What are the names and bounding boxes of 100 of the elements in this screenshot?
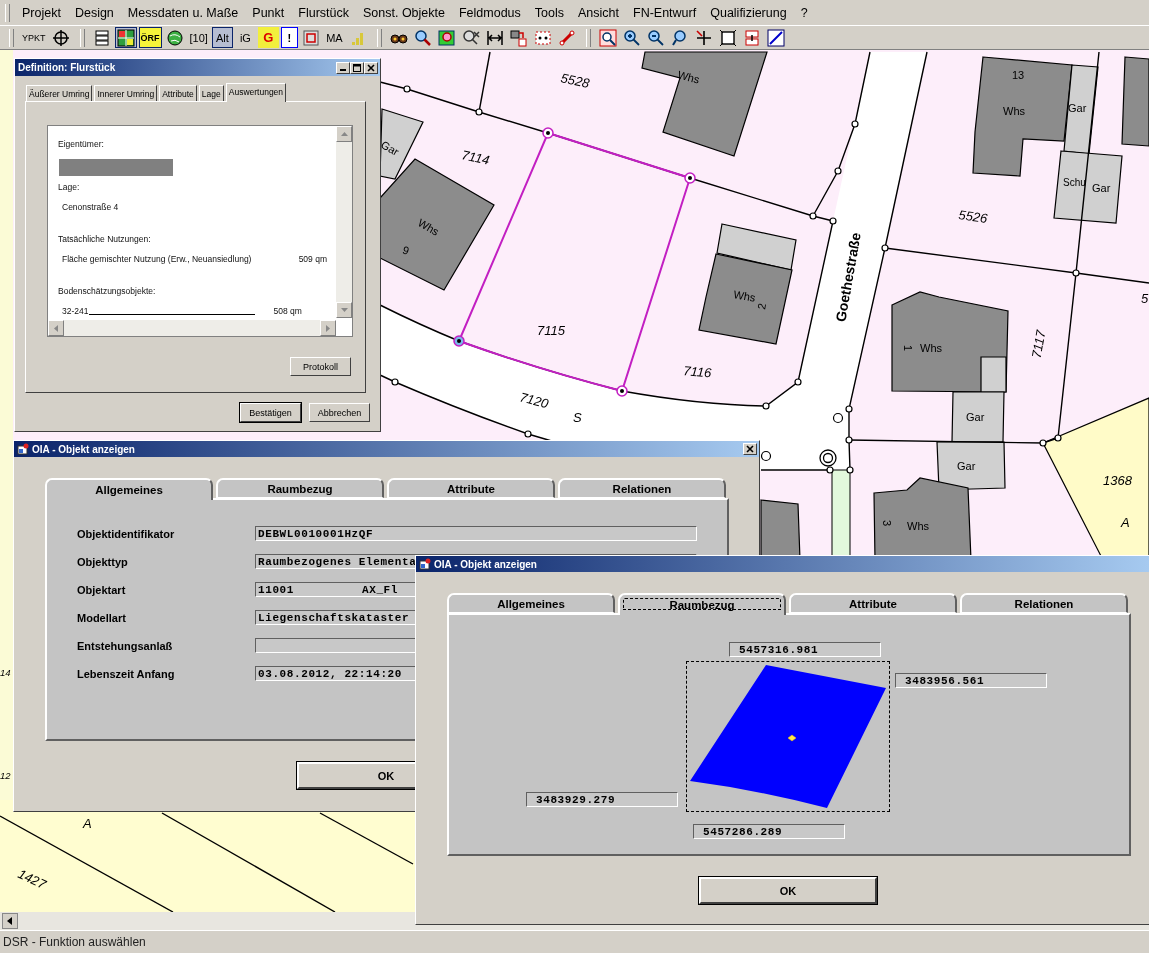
close-button[interactable]	[743, 443, 757, 455]
horizontal-scrollbar[interactable]	[48, 320, 336, 336]
boundary-point	[1054, 434, 1062, 442]
map-label: A	[1121, 515, 1130, 530]
tab[interactable]: Relationen	[960, 593, 1128, 613]
vertex-marker[interactable]	[616, 385, 628, 397]
entry-text: Cenonstraße 4	[62, 202, 119, 212]
tab[interactable]: Allgemeines	[447, 593, 615, 613]
close-button[interactable]	[364, 61, 378, 74]
menu-item[interactable]: Flurstück	[291, 3, 356, 22]
toolbar-button[interactable]: Alt	[211, 27, 233, 48]
menu-item[interactable]: Sonst. Objekte	[355, 3, 452, 22]
section-heading: Tatsächliche Nutzungen:	[58, 234, 152, 243]
building-label: Whs	[907, 520, 929, 532]
globe-icon	[165, 28, 184, 47]
menu-item[interactable]: ?	[793, 3, 815, 22]
vertex-marker[interactable]	[453, 335, 465, 347]
vertex-marker[interactable]	[542, 127, 554, 139]
tab[interactable]: Attribute	[159, 85, 197, 101]
zoom-out-icon	[646, 28, 665, 47]
parcel-number: 5526	[957, 207, 989, 226]
menu-item[interactable]: Ansicht	[571, 3, 626, 22]
menu-item[interactable]: FN-Entwurf	[626, 3, 704, 22]
zoom-in-icon	[598, 28, 617, 47]
tab[interactable]: Attribute	[789, 593, 957, 613]
toolbar-button[interactable]	[596, 27, 619, 48]
scroll-down-button[interactable]	[336, 302, 352, 318]
app-icon	[419, 558, 431, 570]
toolbar-button[interactable]: ÖRF	[138, 27, 162, 48]
toolbar-button[interactable]	[764, 27, 787, 48]
tab[interactable]: Lage	[198, 85, 224, 101]
menu-item[interactable]: Tools	[527, 3, 571, 22]
vertical-scrollbar[interactable]	[336, 126, 352, 318]
toolbar-button[interactable]: G	[257, 27, 279, 48]
scroll-right-button[interactable]	[320, 320, 336, 336]
menu-item[interactable]: Punkt	[245, 3, 292, 22]
scroll-up-button[interactable]	[336, 126, 352, 142]
toolbar-button[interactable]: MA	[323, 27, 345, 48]
boundary-point	[794, 378, 802, 386]
house-number: 3	[881, 520, 893, 527]
tab[interactable]: Allgemeines	[45, 478, 213, 500]
ok-button[interactable]: OK	[699, 877, 877, 904]
maximize-button[interactable]	[350, 61, 364, 74]
coordinate-field[interactable]: 3483929.279	[526, 792, 678, 807]
close-icon	[746, 445, 754, 453]
coordinate-field[interactable]: 5457286.289	[693, 824, 845, 839]
stack-icon	[92, 28, 111, 47]
magnifier-icon	[670, 28, 689, 47]
toolbar-button[interactable]: [10]	[187, 27, 210, 48]
house-number: 2	[755, 302, 769, 311]
dialog-button[interactable]: Abbrechen	[309, 403, 370, 422]
field-value: 3483929.279	[536, 793, 616, 806]
menu-item[interactable]: Qualifizierung	[703, 3, 794, 22]
toolbar-button[interactable]: !	[280, 27, 298, 48]
vertex-marker[interactable]	[684, 172, 696, 184]
field-label: Modellart	[77, 610, 127, 625]
coordinate-field[interactable]: 3483956.561	[895, 673, 1047, 688]
magnifier-icon	[413, 28, 432, 47]
tab[interactable]: Raumbezug	[216, 478, 384, 498]
tab[interactable]: Innerer Umring	[94, 85, 158, 101]
boundary-point	[851, 120, 859, 128]
double-arrow-icon	[485, 28, 504, 47]
zoom-in-icon	[622, 28, 641, 47]
protocol-button[interactable]: Protokoll	[290, 357, 351, 376]
tab[interactable]: Relationen	[558, 478, 726, 498]
building-label: Gar	[1068, 102, 1087, 114]
house-number: 6	[400, 244, 411, 258]
magnifier-cross-icon	[461, 28, 480, 47]
toolbar-button[interactable]: iG	[234, 27, 256, 48]
menu-item[interactable]: Feldmodus	[451, 3, 528, 22]
parcel-number: 5528	[559, 70, 591, 91]
dialog-button[interactable]: Bestätigen	[240, 403, 301, 422]
toolbar-button[interactable]: YPKT	[20, 27, 48, 48]
tab[interactable]: Äußerer Umring	[26, 85, 93, 101]
menu-item[interactable]: Design	[67, 3, 121, 22]
parcel-number: 7114	[460, 147, 491, 168]
tab[interactable]: Attribute	[387, 478, 555, 498]
toolbar-button[interactable]	[114, 27, 137, 48]
building-label: Whs	[676, 68, 701, 86]
parcel-number: 7120	[518, 389, 551, 412]
tab[interactable]: Auswertungen	[225, 83, 287, 102]
entry-value: 508 qm	[273, 306, 303, 316]
arrow-right-icon	[326, 324, 330, 332]
boundary-point	[391, 378, 399, 386]
crosshair-icon	[694, 28, 713, 47]
crosshair-icon	[51, 28, 70, 47]
minimize-button[interactable]	[336, 61, 350, 74]
menu-item[interactable]: Messdaten u. Maße	[120, 3, 246, 22]
building-label: Whs	[920, 342, 942, 354]
field-value: 5457316.981	[739, 643, 819, 656]
text-field[interactable]: DEBWL0010001HzQF	[255, 526, 697, 541]
diagonal-icon	[557, 28, 576, 47]
scroll-left-button[interactable]	[2, 913, 18, 929]
coordinate-field[interactable]: 5457316.981	[729, 642, 881, 657]
arrow-left-icon	[6, 917, 14, 925]
map-magnifier-icon	[437, 28, 456, 47]
field-value: 3483956.561	[905, 674, 985, 687]
menu-item[interactable]: Projekt	[15, 3, 68, 22]
tab[interactable]: Raumbezug	[618, 593, 786, 615]
diagonal-icon	[766, 28, 785, 47]
